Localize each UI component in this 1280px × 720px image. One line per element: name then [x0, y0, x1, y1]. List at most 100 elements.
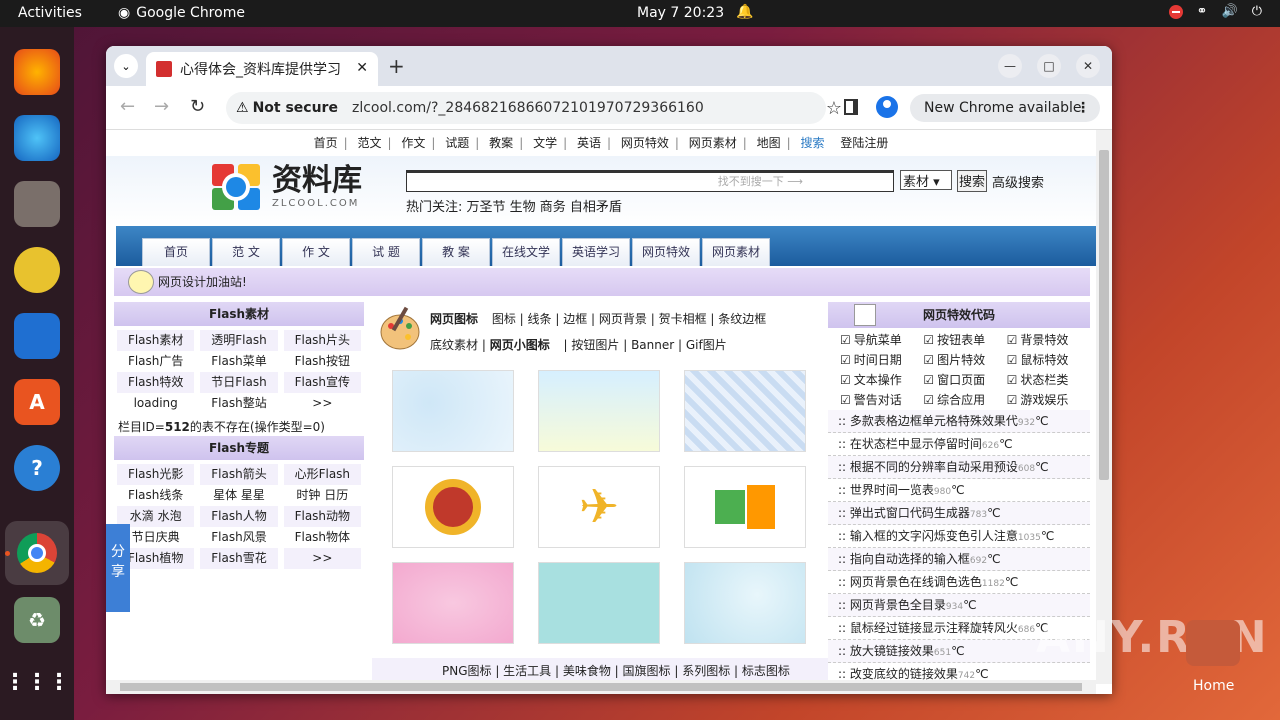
- not-secure-label[interactable]: Not secure: [253, 100, 338, 116]
- banner-link[interactable]: Banner: [631, 338, 674, 352]
- category-link[interactable]: 游戏娱乐: [1007, 390, 1090, 410]
- flash-topic-link[interactable]: Flash物体: [283, 527, 361, 548]
- minimize-button[interactable]: —: [998, 54, 1022, 78]
- list-item[interactable]: :: 在状态栏中显示停留时间626℃: [828, 433, 1090, 456]
- thumb-light-blue[interactable]: [684, 562, 806, 644]
- lines-link[interactable]: 线条: [528, 312, 552, 326]
- frames-link[interactable]: 贺卡相框: [659, 312, 707, 326]
- flash-link[interactable]: Flash素材: [117, 330, 195, 351]
- new-tab-button[interactable]: +: [388, 54, 405, 78]
- backgrounds-link[interactable]: 网页背景: [599, 312, 647, 326]
- chrome-dock-slot[interactable]: [5, 521, 69, 585]
- help-icon[interactable]: ?: [14, 445, 60, 491]
- maximize-button[interactable]: □: [1037, 54, 1061, 78]
- vertical-scroll-thumb[interactable]: [1099, 150, 1109, 480]
- tab-english[interactable]: 英语学习: [562, 238, 630, 266]
- list-item[interactable]: :: 弹出式窗口代码生成器783℃: [828, 502, 1090, 525]
- tab-material[interactable]: 网页素材: [702, 238, 770, 266]
- back-button[interactable]: ←: [120, 96, 135, 117]
- list-item[interactable]: :: 指向自动选择的输入框692℃: [828, 548, 1090, 571]
- category-link[interactable]: 图片特效: [923, 350, 1006, 370]
- button-images-link[interactable]: 按钮图片: [571, 338, 619, 352]
- reload-button[interactable]: ↻: [190, 96, 205, 117]
- list-item[interactable]: :: 输入框的文字闪烁变色引人注意1035℃: [828, 525, 1090, 548]
- address-bar[interactable]: ⚠ Not secure zlcool.com/?_28468216866072…: [226, 92, 842, 124]
- flash-link[interactable]: Flash广告: [117, 351, 195, 372]
- flash-link[interactable]: loading: [117, 393, 195, 414]
- flash-more-link[interactable]: >>: [283, 393, 361, 414]
- stripe-borders-link[interactable]: 条纹边框: [718, 312, 766, 326]
- flash-link[interactable]: Flash整站: [200, 393, 278, 414]
- flash-topic-link[interactable]: Flash箭头: [200, 464, 278, 485]
- tab-close-icon[interactable]: ✕: [356, 60, 368, 76]
- hot-topics[interactable]: 热门关注: 万圣节 生物 商务 自相矛盾: [406, 196, 622, 215]
- list-item[interactable]: :: 多款表格边框单元格特殊效果代932℃: [828, 410, 1090, 433]
- home-folder-icon[interactable]: [1186, 620, 1240, 666]
- category-link[interactable]: 导航菜单: [840, 330, 923, 350]
- share-button[interactable]: 分享: [106, 524, 130, 612]
- flash-topic-link[interactable]: Flash动物: [283, 506, 361, 527]
- flash-link[interactable]: Flash宣传: [283, 372, 361, 393]
- nav-zuowen[interactable]: 作文: [401, 136, 425, 150]
- flash-topic-more-link[interactable]: >>: [283, 548, 361, 569]
- flash-topic-link[interactable]: 时钟 日历: [283, 485, 361, 506]
- tab-shiti[interactable]: 试 题: [352, 238, 420, 266]
- category-link[interactable]: 文本操作: [840, 370, 923, 390]
- close-window-button[interactable]: ✕: [1076, 54, 1100, 78]
- appcenter-icon[interactable]: A: [14, 379, 60, 425]
- firefox-icon[interactable]: [14, 49, 60, 95]
- thumb-lion[interactable]: [392, 466, 514, 548]
- nav-fanwen[interactable]: 范文: [358, 136, 382, 150]
- category-link[interactable]: 按钮表单: [923, 330, 1006, 350]
- list-item[interactable]: :: 世界时间一览表980℃: [828, 479, 1090, 502]
- flash-topic-link[interactable]: Flash人物: [200, 506, 278, 527]
- apps-grid-icon[interactable]: ⋮⋮⋮: [4, 659, 70, 705]
- tab-home[interactable]: 首页: [142, 238, 210, 266]
- search-category-select[interactable]: 素材 ▾: [900, 170, 952, 190]
- flash-topic-link[interactable]: 心形Flash: [283, 464, 361, 485]
- site-logo[interactable]: 资料库 ZLCOOL.COM: [208, 160, 362, 212]
- nav-english[interactable]: 英语: [577, 136, 601, 150]
- nav-search[interactable]: 搜索: [801, 136, 825, 150]
- flash-link[interactable]: 节日Flash: [200, 372, 278, 393]
- profile-avatar[interactable]: [876, 96, 898, 118]
- nav-shiti[interactable]: 试题: [445, 136, 469, 150]
- home-folder-label[interactable]: Home: [1193, 678, 1234, 694]
- tab-fanwen[interactable]: 范 文: [212, 238, 280, 266]
- flash-topic-link[interactable]: Flash风景: [200, 527, 278, 548]
- flash-link[interactable]: Flash特效: [117, 372, 195, 393]
- nav-wenxue[interactable]: 文学: [533, 136, 557, 150]
- web-icons-link[interactable]: 网页图标: [430, 312, 478, 326]
- category-link[interactable]: 鼠标特效: [1007, 350, 1090, 370]
- more-menu-icon[interactable]: ⋮: [1076, 100, 1090, 116]
- category-link[interactable]: 窗口页面: [923, 370, 1006, 390]
- clock[interactable]: May 7 20:23: [637, 5, 724, 21]
- borders-link[interactable]: 边框: [563, 312, 587, 326]
- tab-effects[interactable]: 网页特效: [632, 238, 700, 266]
- flash-link[interactable]: 透明Flash: [200, 330, 278, 351]
- tab-zuowen[interactable]: 作 文: [282, 238, 350, 266]
- thumb-pink-bunny[interactable]: [392, 562, 514, 644]
- flash-topic-link[interactable]: 星体 星星: [200, 485, 278, 506]
- nav-home[interactable]: 首页: [314, 136, 338, 150]
- side-panel-icon[interactable]: [844, 99, 858, 115]
- thumb-butterflies[interactable]: [538, 562, 660, 644]
- nav-effects[interactable]: 网页特效: [621, 136, 669, 150]
- gif-images-link[interactable]: Gif图片: [686, 338, 727, 352]
- forward-button[interactable]: →: [154, 96, 169, 117]
- new-chrome-available-button[interactable]: New Chrome available ⋮: [910, 94, 1100, 122]
- category-link[interactable]: 背景特效: [1007, 330, 1090, 350]
- files-icon[interactable]: [14, 181, 60, 227]
- browser-tab[interactable]: 心得体会_资料库提供学习 ✕: [146, 52, 378, 86]
- tab-online-literature[interactable]: 在线文学: [492, 238, 560, 266]
- trash-icon[interactable]: ♻: [14, 597, 60, 643]
- category-link[interactable]: 时间日期: [840, 350, 923, 370]
- flash-topic-link[interactable]: Flash雪花: [200, 548, 278, 569]
- system-tray[interactable]: ⚭ 🔊 ⏻: [1168, 4, 1262, 19]
- icon-link[interactable]: 图标: [492, 312, 516, 326]
- category-link[interactable]: 状态栏类: [1007, 370, 1090, 390]
- small-icons-link[interactable]: 网页小图标: [490, 338, 550, 352]
- advanced-search-link[interactable]: 高级搜索: [992, 172, 1044, 191]
- flash-topic-link[interactable]: Flash线条: [117, 485, 195, 506]
- flash-link[interactable]: Flash按钮: [283, 351, 361, 372]
